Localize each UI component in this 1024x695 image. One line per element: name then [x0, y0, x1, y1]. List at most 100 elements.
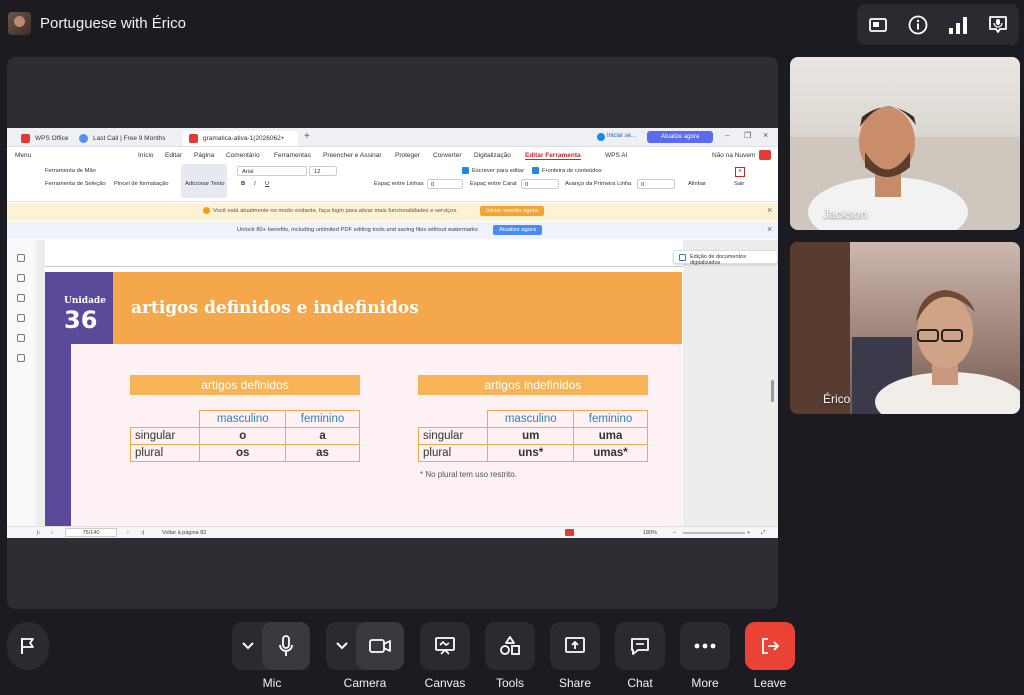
signin-link[interactable]: Iniciar se...: [607, 133, 636, 139]
participant-name: Jackson: [823, 207, 868, 221]
tab-gramatica[interactable]: gramatica-ativa-1(2026062+: [183, 131, 298, 146]
menu-ferramentas[interactable]: Ferramentas: [274, 152, 311, 159]
new-tab-icon[interactable]: +: [304, 131, 310, 142]
close-icon[interactable]: ×: [763, 130, 768, 140]
chat-icon: [631, 638, 649, 655]
exit-button[interactable]: Sair: [734, 181, 744, 187]
zoom-out-icon[interactable]: –: [673, 530, 676, 536]
mic-status-icon[interactable]: [985, 12, 1011, 38]
notice-close-icon[interactable]: ×: [767, 205, 772, 215]
cloud-status[interactable]: Não na Nuvem: [712, 152, 755, 159]
share-doc-icon[interactable]: [759, 150, 771, 160]
hand-tool-button[interactable]: Ferramenta de Mão: [45, 168, 96, 174]
definite-table: masculino feminino singular o a plural os as: [129, 410, 360, 462]
scrollbar-thumb[interactable]: [771, 380, 774, 402]
menu-preencher[interactable]: Preencher e Assinar: [323, 152, 382, 159]
menu-proteger[interactable]: Proteger: [395, 152, 420, 159]
first-page-icon[interactable]: |‹: [37, 530, 40, 536]
tab-last-call[interactable]: Last Call | Free 9 Months: [73, 131, 179, 146]
canvas-button[interactable]: [420, 622, 470, 670]
left-tool-sidebar: [7, 240, 35, 526]
menu-inicio[interactable]: Início: [138, 152, 154, 159]
zoom-slider[interactable]: [683, 532, 745, 534]
menu-pagina[interactable]: Página: [194, 152, 214, 159]
pip-icon[interactable]: [865, 12, 891, 38]
exit-icon[interactable]: ×: [735, 167, 745, 177]
menu-editar[interactable]: Editar: [165, 152, 182, 159]
prev-page-icon[interactable]: ‹: [51, 530, 53, 536]
add-text-button[interactable]: Adicionar Texto: [185, 181, 225, 187]
write-edit-checkbox[interactable]: [462, 167, 469, 174]
align-button[interactable]: Alinhar: [688, 181, 706, 187]
mic-button[interactable]: [262, 622, 310, 670]
shared-screen: WPS Office Last Call | Free 9 Months gra…: [7, 128, 778, 538]
bold-button[interactable]: B: [241, 181, 245, 187]
next-page-icon[interactable]: ›: [127, 530, 129, 536]
wps-ribbon: Ferramenta de Mão Ferramenta de Seleção …: [7, 164, 778, 202]
zoom-in-icon[interactable]: +: [747, 530, 750, 536]
scan-edit-button[interactable]: Edição de documentos digitalizados: [673, 250, 778, 266]
page-input[interactable]: 75/140: [65, 528, 117, 537]
size-select[interactable]: 12: [309, 166, 337, 176]
leave-button[interactable]: [745, 622, 795, 670]
participant-tile-jackson[interactable]: Jackson: [790, 57, 1020, 230]
top-bar: Portuguese with Érico: [0, 0, 1024, 50]
mic-options-button[interactable]: [232, 622, 264, 670]
more-label: More: [691, 676, 719, 690]
zoom-level[interactable]: 180%: [643, 530, 657, 536]
camera-button[interactable]: [356, 622, 404, 670]
more-button[interactable]: [680, 622, 730, 670]
back-to-page-link[interactable]: Voltar à página 82: [162, 530, 206, 536]
host-avatar: [8, 12, 31, 35]
table-row: singular o a: [129, 427, 360, 445]
italic-button[interactable]: I: [254, 181, 256, 187]
comment-icon[interactable]: [17, 294, 25, 302]
erico-video: [790, 242, 1020, 414]
font-select[interactable]: Arial: [237, 166, 307, 176]
last-page-icon[interactable]: ›|: [141, 530, 144, 536]
bookmark-icon[interactable]: [17, 254, 25, 262]
line-spacing-input[interactable]: 0: [427, 179, 463, 189]
upgrade-button[interactable]: Atualize agora: [647, 131, 713, 143]
fullscreen-icon[interactable]: ⤢: [761, 530, 765, 537]
char-spacing-input[interactable]: 0: [521, 179, 559, 189]
tools-button[interactable]: [485, 622, 535, 670]
underline-button[interactable]: U: [265, 181, 269, 187]
menu-comentario[interactable]: Comentário: [226, 152, 260, 159]
menu-button[interactable]: Menu: [15, 152, 31, 159]
participant-name: Érico: [823, 392, 851, 406]
tools-label: Tools: [495, 676, 524, 690]
notice-upgrade-button[interactable]: Atualize agora: [493, 225, 543, 235]
indefinite-table: masculino feminino singular um uma plural un…: [417, 410, 648, 462]
info-icon[interactable]: [905, 12, 931, 38]
report-flag-button[interactable]: [7, 622, 49, 670]
share-button[interactable]: [550, 622, 600, 670]
play-icon[interactable]: [565, 529, 574, 536]
menu-wps-ai[interactable]: WPS AI: [605, 152, 627, 159]
footnote: * No plural tem uso restrito.: [420, 470, 517, 479]
meeting-title: Portuguese with Érico: [40, 15, 186, 32]
table-row: plural uns* umas*: [417, 444, 648, 462]
menu-editar-ferramenta[interactable]: Editar Ferramenta: [525, 152, 581, 160]
chat-button[interactable]: [615, 622, 665, 670]
maximize-icon[interactable]: ❐: [744, 131, 751, 140]
signature-icon[interactable]: [17, 334, 25, 342]
menu-digitalizacao[interactable]: Digitalização: [474, 152, 511, 159]
chevron-down-icon: [242, 642, 254, 650]
participant-tile-erico[interactable]: Érico: [790, 242, 1020, 414]
camera-options-button[interactable]: [326, 622, 358, 670]
menu-converter[interactable]: Converter: [433, 152, 462, 159]
content-border-checkbox[interactable]: [532, 167, 539, 174]
meeting-window: Portuguese with Érico WPS Office Last Ca…: [0, 0, 1024, 695]
thumbnail-icon[interactable]: [17, 274, 25, 282]
layers-icon[interactable]: [17, 354, 25, 362]
notice2-close-icon[interactable]: ×: [767, 224, 772, 234]
tab-wps-office[interactable]: WPS Office: [15, 131, 75, 146]
format-brush-button[interactable]: Pincel de formatação: [114, 181, 168, 187]
first-line-input[interactable]: 0: [637, 179, 675, 189]
attachment-icon[interactable]: [17, 314, 25, 322]
signal-icon[interactable]: [945, 12, 971, 38]
minimize-icon[interactable]: –: [725, 131, 729, 140]
select-tool-button[interactable]: Ferramenta de Seleção: [45, 181, 106, 187]
login-button[interactable]: Iniciar sessão agora: [480, 206, 544, 216]
